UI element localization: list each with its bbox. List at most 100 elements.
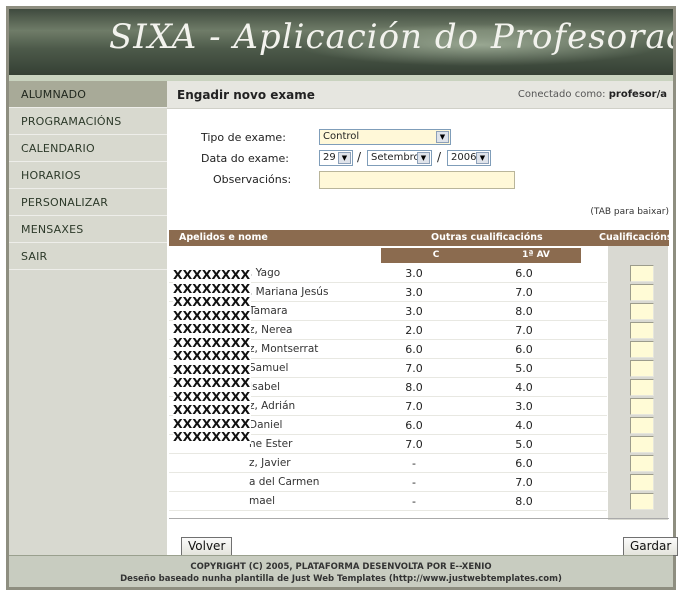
grade-1av: 7.0 — [515, 286, 533, 299]
chevron-down-icon: ▼ — [338, 152, 351, 164]
grade-c: 3.0 — [405, 286, 423, 299]
grade-c: 2.0 — [405, 324, 423, 337]
table-row: mael - 8.0 — [169, 492, 607, 511]
col-grade-header: Cualificacións — [599, 232, 673, 243]
footer-copyright: COPYRIGHT (C) 2005, PLATAFORMA DESENVOLT… — [190, 562, 492, 572]
table-row: a del Carmen - 7.0 — [169, 473, 607, 492]
grade-1av: 8.0 — [515, 495, 533, 508]
student-name: z, Nerea — [249, 324, 293, 336]
grade-input[interactable] — [630, 379, 654, 396]
subcol-c-header: C — [381, 248, 491, 263]
month-select[interactable]: Setembro ▼ — [367, 150, 432, 166]
redaction-mark: XXXXXXXX — [173, 348, 251, 363]
grade-c: 3.0 — [405, 267, 423, 280]
grade-c: 7.0 — [405, 438, 423, 451]
redaction-mark: XXXXXXXX — [173, 415, 251, 431]
observations-input[interactable] — [319, 171, 515, 189]
student-name: Tamara — [249, 305, 288, 317]
date-separator: / — [357, 150, 362, 164]
year-select[interactable]: 2006 ▼ — [447, 150, 491, 166]
back-button[interactable]: Volver — [181, 537, 233, 556]
grade-input[interactable] — [630, 398, 654, 415]
sidebar-item-alumnado[interactable]: ALUMNADO — [9, 81, 167, 108]
grade-c: - — [412, 495, 416, 508]
table-header: Apelidos e nome Outras cualificacións Cu… — [169, 230, 673, 246]
grade-1av: 6.0 — [515, 457, 533, 470]
day-select[interactable]: 29 ▼ — [319, 150, 353, 166]
grade-input[interactable] — [630, 455, 654, 472]
content-titlebar: Engadir novo exame Conectado como: profe… — [167, 81, 673, 109]
grade-input[interactable] — [630, 284, 654, 301]
grade-input[interactable] — [630, 417, 654, 434]
redacted-surnames: XXXXXXXX XXXXXXXX XXXXXXXX XXXXXXXX XXXXXXXX… — [173, 266, 251, 444]
chevron-down-icon: ▼ — [476, 152, 489, 164]
student-name: a del Carmen — [249, 476, 320, 488]
grade-1av: 7.0 — [515, 324, 533, 337]
footer-credits: Deseño baseado nunha plantilla de Just W… — [120, 574, 562, 584]
sidebar-item-horarios[interactable]: HORARIOS — [9, 162, 167, 189]
sidebar-item-personalizar[interactable]: PERSONALIZAR — [9, 189, 167, 216]
username: profesor/a — [608, 89, 667, 100]
sidebar-item-calendario[interactable]: CALENDARIO — [9, 135, 167, 162]
observations-label: Observacións: — [213, 173, 292, 186]
redaction-mark: XXXXXXXX — [173, 334, 251, 350]
grade-1av: 3.0 — [515, 400, 533, 413]
redaction-mark: XXXXXXXX — [173, 307, 251, 323]
day-value: 29 — [323, 152, 336, 163]
tab-hint: (TAB para baixar) — [590, 207, 669, 217]
student-name: mael — [249, 495, 276, 507]
header-banner: SIXA - Aplicación do Profesorado — [9, 9, 673, 81]
grade-input[interactable] — [630, 303, 654, 320]
student-name: , Yago — [249, 267, 281, 279]
sidebar-item-programacions[interactable]: PROGRAMACIÓNS — [9, 108, 167, 135]
grade-input[interactable] — [630, 474, 654, 491]
grade-c: 6.0 — [405, 419, 423, 432]
grade-1av: 5.0 — [515, 362, 533, 375]
grade-input[interactable] — [630, 322, 654, 339]
grade-input[interactable] — [630, 360, 654, 377]
grade-1av: 8.0 — [515, 305, 533, 318]
grade-input[interactable] — [630, 493, 654, 510]
redaction-mark: XXXXXXXX — [173, 402, 251, 417]
grade-c: 7.0 — [405, 362, 423, 375]
redaction-mark: XXXXXXXX — [173, 280, 251, 296]
grade-c: 6.0 — [405, 343, 423, 356]
grade-1av: 7.0 — [515, 476, 533, 489]
grade-c: 7.0 — [405, 400, 423, 413]
grade-1av: 4.0 — [515, 381, 533, 394]
redaction-mark: XXXXXXXX — [173, 361, 251, 377]
app-title: SIXA - Aplicación do Profesorado — [109, 17, 673, 57]
grade-1av: 6.0 — [515, 267, 533, 280]
grade-c: 8.0 — [405, 381, 423, 394]
footer: COPYRIGHT (C) 2005, PLATAFORMA DESENVOLT… — [9, 555, 673, 587]
grade-input[interactable] — [630, 265, 654, 282]
grade-1av: 4.0 — [515, 419, 533, 432]
sidebar-item-sair[interactable]: SAIR — [9, 243, 167, 270]
date-separator: / — [437, 150, 442, 164]
student-name: z, Montserrat — [249, 343, 319, 355]
student-name: z, Adrián — [249, 400, 296, 412]
grade-c: 3.0 — [405, 305, 423, 318]
redaction-mark: XXXXXXXX — [173, 267, 251, 282]
sidebar-item-mensaxes[interactable]: MENSAXES — [9, 216, 167, 243]
month-value: Setembro — [371, 152, 420, 163]
student-name: ne Ester — [249, 438, 293, 450]
grade-input[interactable] — [630, 341, 654, 358]
redaction-mark: XXXXXXXX — [173, 429, 251, 444]
exam-type-select[interactable]: Control ▼ — [319, 129, 451, 145]
grade-1av: 6.0 — [515, 343, 533, 356]
student-name: z, Javier — [249, 457, 291, 469]
app-window: SIXA - Aplicación do Profesorado ALUMNAD… — [6, 6, 679, 590]
col-other-header: Outras cualificacións — [431, 232, 543, 243]
table-row: z, Javier - 6.0 — [169, 454, 607, 473]
chevron-down-icon: ▼ — [436, 131, 449, 143]
col-name-header: Apelidos e nome — [179, 232, 268, 243]
exam-date-label: Data do exame: — [201, 152, 289, 165]
page-title: Engadir novo exame — [177, 88, 315, 102]
grade-input[interactable] — [630, 436, 654, 453]
redaction-mark: XXXXXXXX — [173, 294, 251, 309]
sidebar: ALUMNADO PROGRAMACIÓNS CALENDARIO HORARI… — [9, 81, 167, 555]
main-content: Engadir novo exame Conectado como: profe… — [167, 81, 679, 556]
exam-type-value: Control — [323, 131, 360, 142]
save-button[interactable]: Gardar — [623, 537, 679, 556]
